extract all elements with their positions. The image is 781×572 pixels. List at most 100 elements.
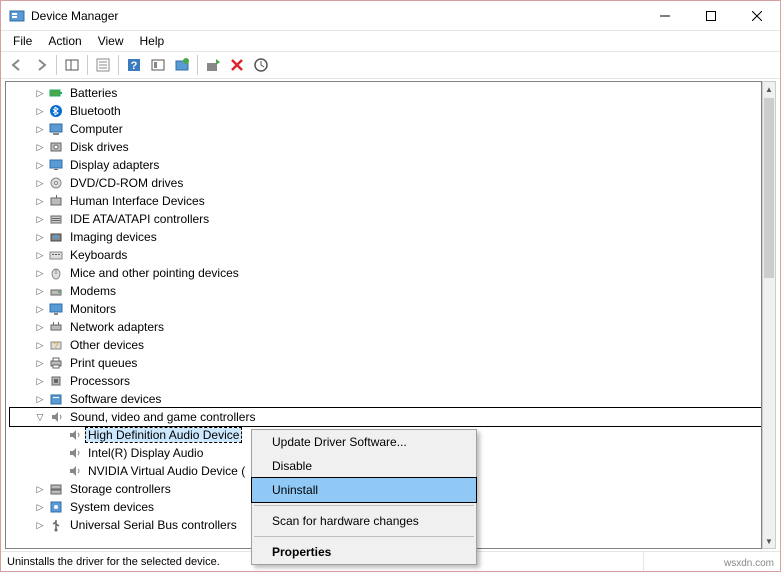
tree-node[interactable]: ▷ Network adapters xyxy=(10,318,761,336)
tree-node[interactable]: ▷ Mice and other pointing devices xyxy=(10,264,761,282)
expand-icon[interactable]: ▷ xyxy=(32,301,48,317)
tree-node[interactable]: ▷ Batteries xyxy=(10,84,761,102)
expand-icon[interactable]: ▷ xyxy=(32,193,48,209)
expand-icon[interactable]: ▷ xyxy=(32,121,48,137)
titlebar: Device Manager xyxy=(1,1,780,31)
tree-node[interactable]: ▷IDE ATA/ATAPI controllers xyxy=(10,210,761,228)
minimize-button[interactable] xyxy=(642,1,688,31)
toolbar-button[interactable] xyxy=(170,53,194,77)
uninstall-button[interactable] xyxy=(225,53,249,77)
other-icon: ? xyxy=(48,337,64,353)
tree-node[interactable]: ▷ Imaging devices xyxy=(10,228,761,246)
tree-node[interactable]: ▷Human Interface Devices xyxy=(10,192,761,210)
tree-node[interactable]: ▷? Other devices xyxy=(10,336,761,354)
expand-icon[interactable]: ▷ xyxy=(32,139,48,155)
sound-icon xyxy=(48,409,64,425)
expand-icon[interactable]: ▷ xyxy=(32,337,48,353)
expand-icon[interactable]: ▷ xyxy=(32,319,48,335)
expand-icon[interactable]: ▷ xyxy=(32,85,48,101)
expand-icon[interactable]: ▷ xyxy=(32,499,48,515)
expand-icon[interactable]: ▷ xyxy=(32,391,48,407)
expand-icon[interactable]: ▷ xyxy=(32,481,48,497)
expand-icon[interactable]: ▷ xyxy=(32,355,48,371)
toolbar: ? xyxy=(1,51,780,79)
context-menu-item[interactable]: Uninstall xyxy=(252,478,476,502)
context-menu-item[interactable]: Scan for hardware changes xyxy=(252,509,476,533)
app-icon xyxy=(9,8,25,24)
context-menu-separator xyxy=(254,536,474,537)
tree-node-label: Keyboards xyxy=(68,248,129,262)
expand-icon[interactable]: ▷ xyxy=(32,373,48,389)
mouse-icon xyxy=(48,265,64,281)
ide-icon xyxy=(48,211,64,227)
system-icon xyxy=(48,499,64,515)
context-menu-item[interactable]: Disable xyxy=(252,454,476,478)
scan-hardware-button[interactable] xyxy=(249,53,273,77)
close-button[interactable] xyxy=(734,1,780,31)
scroll-down-arrow[interactable]: ▼ xyxy=(763,534,775,548)
expand-icon[interactable]: ▷ xyxy=(32,265,48,281)
dvd-icon xyxy=(48,175,64,191)
show-hide-console-button[interactable] xyxy=(60,53,84,77)
expand-icon[interactable]: ▷ xyxy=(32,517,48,533)
back-button[interactable] xyxy=(5,53,29,77)
tree-node-label: Mice and other pointing devices xyxy=(68,266,241,280)
menu-help[interactable]: Help xyxy=(132,32,173,50)
tree-node-label: Disk drives xyxy=(68,140,131,154)
battery-icon xyxy=(48,85,64,101)
svg-text:?: ? xyxy=(131,60,138,72)
forward-button[interactable] xyxy=(29,53,53,77)
speaker-icon xyxy=(66,445,82,461)
tree-node-label: Monitors xyxy=(68,302,118,316)
expand-icon[interactable]: ▷ xyxy=(32,283,48,299)
tree-node[interactable]: ▷Modems xyxy=(10,282,761,300)
printer-icon xyxy=(48,355,64,371)
tree-node[interactable]: ▷Print queues xyxy=(10,354,761,372)
tree-node[interactable]: ▽Sound, video and game controllers xyxy=(10,408,761,426)
context-menu-item[interactable]: Properties xyxy=(252,540,476,564)
toolbar-separator xyxy=(87,55,88,75)
expand-icon[interactable]: ▷ xyxy=(32,103,48,119)
menu-action[interactable]: Action xyxy=(40,32,89,50)
network-icon xyxy=(48,319,64,335)
scroll-up-arrow[interactable]: ▲ xyxy=(763,82,775,96)
properties-button[interactable] xyxy=(91,53,115,77)
expand-icon[interactable]: ▷ xyxy=(32,229,48,245)
context-menu-item[interactable]: Update Driver Software... xyxy=(252,430,476,454)
maximize-button[interactable] xyxy=(688,1,734,31)
tree-node[interactable]: ▷ Bluetooth xyxy=(10,102,761,120)
tree-node-label: DVD/CD-ROM drives xyxy=(68,176,185,190)
vertical-scrollbar[interactable]: ▲ ▼ xyxy=(762,81,776,549)
tree-node-label: NVIDIA Virtual Audio Device ( xyxy=(86,464,247,478)
tree-node[interactable]: ▷Processors xyxy=(10,372,761,390)
tree-node[interactable]: ▷ DVD/CD-ROM drives xyxy=(10,174,761,192)
tree-node[interactable]: ▷Display adapters xyxy=(10,156,761,174)
cpu-icon xyxy=(48,373,64,389)
expand-icon[interactable]: ▷ xyxy=(32,157,48,173)
scrollbar-thumb[interactable] xyxy=(764,98,774,278)
expand-icon[interactable]: ▷ xyxy=(32,211,48,227)
tree-node-label: Imaging devices xyxy=(68,230,159,244)
tree-node[interactable]: ▷ Keyboards xyxy=(10,246,761,264)
disk-icon xyxy=(48,139,64,155)
tree-node-label: Software devices xyxy=(68,392,163,406)
menu-file[interactable]: File xyxy=(5,32,40,50)
tree-node[interactable]: ▷ Disk drives xyxy=(10,138,761,156)
menu-view[interactable]: View xyxy=(90,32,132,50)
collapse-icon[interactable]: ▽ xyxy=(32,409,48,425)
tree-node[interactable]: ▷ Monitors xyxy=(10,300,761,318)
statusbar-separator xyxy=(643,552,644,571)
watermark: wsxdn.com xyxy=(724,558,774,569)
update-driver-button[interactable] xyxy=(201,53,225,77)
help-button[interactable]: ? xyxy=(122,53,146,77)
tree-node-label: Batteries xyxy=(68,86,119,100)
tree-node-label: Bluetooth xyxy=(68,104,123,118)
expand-icon[interactable]: ▷ xyxy=(32,175,48,191)
tree-node-label: Network adapters xyxy=(68,320,166,334)
status-text: Uninstalls the driver for the selected d… xyxy=(7,556,220,568)
expand-icon[interactable]: ▷ xyxy=(32,247,48,263)
tree-node[interactable]: ▷Computer xyxy=(10,120,761,138)
tree-node[interactable]: ▷ Software devices xyxy=(10,390,761,408)
tree-node-label: Other devices xyxy=(68,338,146,352)
toolbar-button[interactable] xyxy=(146,53,170,77)
